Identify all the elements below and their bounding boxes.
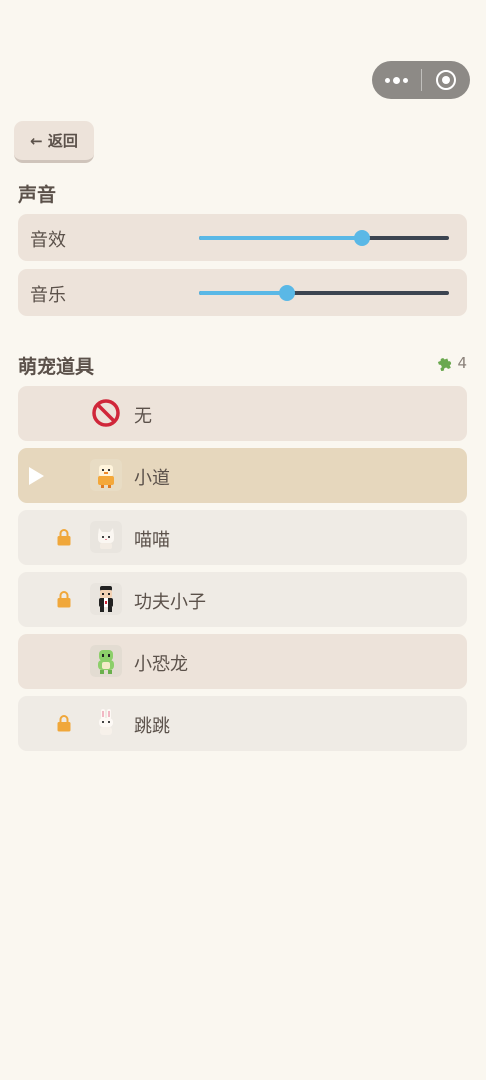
close-target-icon xyxy=(435,70,456,90)
lock-icon xyxy=(57,529,71,546)
more-dots-icon xyxy=(384,76,408,84)
dino-avatar xyxy=(90,645,122,677)
sfx-label: 音效 xyxy=(30,230,66,251)
prohibited-icon xyxy=(92,399,120,427)
pet-name: 喵喵 xyxy=(134,530,170,551)
lock-icon xyxy=(57,715,71,732)
puzzle-icon xyxy=(438,358,452,371)
cat-avatar xyxy=(90,521,122,553)
pet-name: 小道 xyxy=(134,468,170,489)
pets-section-title: 萌宠道具 xyxy=(18,356,95,378)
music-slider-thumb[interactable] xyxy=(278,285,295,301)
back-button[interactable]: ← 返回 xyxy=(14,121,94,163)
pet-name: 无 xyxy=(134,406,152,427)
puzzle-count-badge: 4 xyxy=(436,354,467,372)
music-slider[interactable] xyxy=(199,285,449,301)
sfx-slider-fill xyxy=(199,236,362,240)
pet-row-dino[interactable]: 小恐龙 xyxy=(18,634,467,689)
sfx-slider[interactable] xyxy=(199,230,449,246)
sound-section-title: 声音 xyxy=(18,184,57,206)
music-slider-fill xyxy=(199,291,287,295)
pet-row-kungfu-boy[interactable]: 功夫小子 xyxy=(18,572,467,627)
sfx-slider-thumb[interactable] xyxy=(353,230,370,246)
selected-play-icon xyxy=(29,467,44,485)
pet-row-tiaotiao[interactable]: 跳跳 xyxy=(18,696,467,751)
pet-name: 小恐龙 xyxy=(134,654,188,675)
sfx-slider-row: 音效 xyxy=(18,214,467,261)
music-slider-row: 音乐 xyxy=(18,269,467,316)
pet-name: 跳跳 xyxy=(134,716,170,737)
kungfu-boy-avatar xyxy=(90,583,122,615)
bunny-avatar xyxy=(90,707,122,739)
pet-row-miaomiao[interactable]: 喵喵 xyxy=(18,510,467,565)
close-button[interactable] xyxy=(421,61,470,99)
more-button[interactable] xyxy=(372,61,421,99)
lock-icon xyxy=(57,591,71,608)
puzzle-count: 4 xyxy=(457,354,467,372)
pet-row-none[interactable]: 无 xyxy=(18,386,467,441)
miniprogram-capsule xyxy=(372,61,470,99)
chick-avatar xyxy=(90,459,122,491)
pet-name: 功夫小子 xyxy=(134,592,206,613)
music-label: 音乐 xyxy=(30,285,66,306)
pet-row-xiaodao[interactable]: 小道 xyxy=(18,448,467,503)
